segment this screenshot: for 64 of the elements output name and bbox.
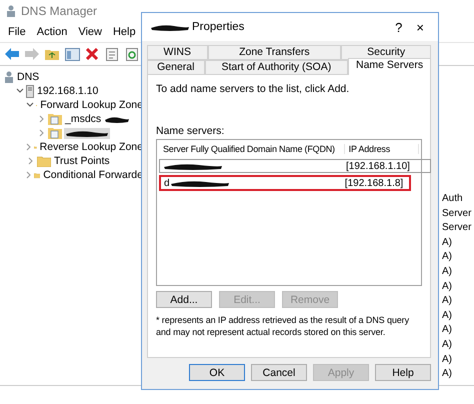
properties-icon[interactable] xyxy=(106,48,118,60)
list-item[interactable]: Server xyxy=(442,206,474,222)
table-cell: [192.168.1.8] xyxy=(344,178,404,188)
table-cell: d xyxy=(164,178,170,188)
tab[interactable]: Name Servers xyxy=(348,58,431,75)
tab[interactable]: Zone Transfers xyxy=(208,45,342,60)
collapsed-chevron-icon[interactable] xyxy=(37,129,46,137)
menu-item[interactable]: File xyxy=(8,26,26,38)
list-item[interactable]: Server xyxy=(442,221,474,236)
zone-file-icon xyxy=(48,113,62,125)
menu-item[interactable]: View xyxy=(78,26,102,38)
zone-file-icon xyxy=(48,127,62,139)
column-header[interactable]: IP Address xyxy=(344,144,419,154)
list-item[interactable]: A) xyxy=(442,308,474,324)
collapsed-chevron-icon[interactable] xyxy=(26,143,32,151)
expanded-chevron-icon[interactable] xyxy=(26,102,34,108)
server-icon xyxy=(26,84,34,98)
tab[interactable]: Start of Authority (SOA) xyxy=(204,60,348,75)
folder-icon xyxy=(37,156,51,166)
list-item[interactable]: A) xyxy=(442,280,474,294)
collapsed-chevron-icon[interactable] xyxy=(37,115,46,123)
tree-item[interactable]: DNS xyxy=(16,71,40,83)
table-cell: [192.168.1.10] xyxy=(346,160,410,172)
tree-item[interactable]: Conditional Forwarde xyxy=(42,169,144,181)
tree-item[interactable]: _msdcs xyxy=(64,113,102,125)
dns-icon xyxy=(6,5,16,17)
list-item[interactable]: Auth xyxy=(442,192,474,207)
menu-item[interactable]: Help xyxy=(112,26,136,38)
tab[interactable]: General xyxy=(147,60,205,75)
list-item[interactable]: A) xyxy=(442,250,474,265)
column-header[interactable]: Server Fully Qualified Domain Name (FQDN) xyxy=(159,144,345,154)
collapsed-chevron-icon[interactable] xyxy=(26,171,32,179)
back-arrow-icon[interactable] xyxy=(5,48,19,60)
list-row[interactable]: d [192.168.1.8] xyxy=(159,175,411,191)
list-item[interactable]: A) xyxy=(442,352,474,368)
collapsed-chevron-icon[interactable] xyxy=(26,157,35,165)
menu-item[interactable]: Action xyxy=(36,26,68,38)
list-item[interactable]: A) xyxy=(442,323,474,338)
dialog-button[interactable]: Help xyxy=(375,364,431,381)
close-button[interactable]: × xyxy=(410,20,430,34)
refresh-icon[interactable] xyxy=(126,48,138,60)
tab[interactable]: WINS xyxy=(147,45,208,60)
list-item[interactable]: A) xyxy=(442,236,474,250)
console-tree-icon[interactable] xyxy=(64,48,80,60)
list-item[interactable]: A) xyxy=(442,367,474,382)
tree-item[interactable]: Trust Points xyxy=(53,155,111,167)
footnote-text: * represents an IP address retrieved as the result of a DNS query and may not represent actual records stored on this server. xyxy=(156,314,410,338)
list-item[interactable]: A) xyxy=(442,294,474,309)
list-item[interactable]: A) xyxy=(442,338,474,353)
instruction-text: To add name servers to the list, click Add. xyxy=(156,83,350,95)
window-title: DNS Manager xyxy=(21,4,98,18)
list-item[interactable]: A) xyxy=(442,264,474,280)
dialog-title: Properties xyxy=(192,21,244,33)
expanded-chevron-icon[interactable] xyxy=(15,88,24,94)
list-row[interactable]: [192.168.1.10] xyxy=(159,159,431,173)
delete-icon[interactable] xyxy=(86,48,98,60)
folder-up-icon[interactable] xyxy=(45,48,59,60)
list-label: Name servers: xyxy=(156,125,226,137)
help-button[interactable]: ? xyxy=(389,20,408,34)
dialog-button[interactable]: Add... xyxy=(156,291,212,308)
tree-item[interactable]: 192.168.1.10 xyxy=(36,85,100,97)
dialog-button[interactable]: OK xyxy=(189,364,245,381)
dialog-button[interactable]: Cancel xyxy=(251,364,307,381)
dns-icon xyxy=(4,71,14,83)
